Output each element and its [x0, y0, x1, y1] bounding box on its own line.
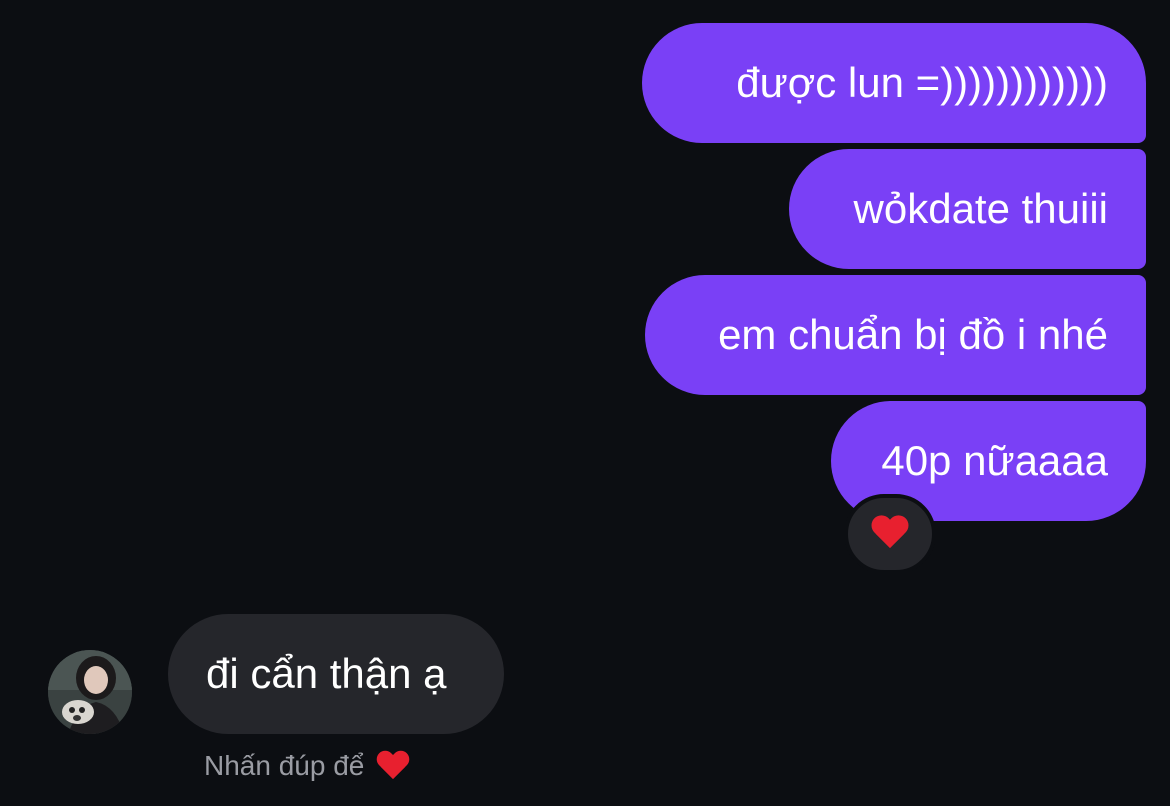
outgoing-message[interactable]: em chuẩn bị đồ i nhé	[645, 275, 1146, 395]
message-text: wỏkdate thuiii	[853, 185, 1108, 232]
double-tap-hint[interactable]: Nhấn đúp để	[204, 746, 410, 786]
message-reaction[interactable]	[844, 494, 936, 574]
avatar-image	[48, 650, 132, 734]
hint-text: Nhấn đúp để	[204, 750, 365, 781]
outgoing-message[interactable]: wỏkdate thuiii	[789, 149, 1146, 269]
message-text: 40p nữaaaa	[881, 437, 1108, 484]
message-text: em chuẩn bị đồ i nhé	[718, 311, 1108, 358]
heart-icon	[870, 516, 910, 552]
message-text: được lun =))))))))))))	[736, 59, 1108, 106]
heart-icon	[376, 751, 410, 782]
message-text: đi cẩn thận ạ	[206, 650, 447, 697]
user-avatar[interactable]	[48, 650, 132, 734]
incoming-message[interactable]: đi cẩn thận ạ	[168, 614, 504, 734]
outgoing-message[interactable]: được lun =))))))))))))	[642, 23, 1146, 143]
